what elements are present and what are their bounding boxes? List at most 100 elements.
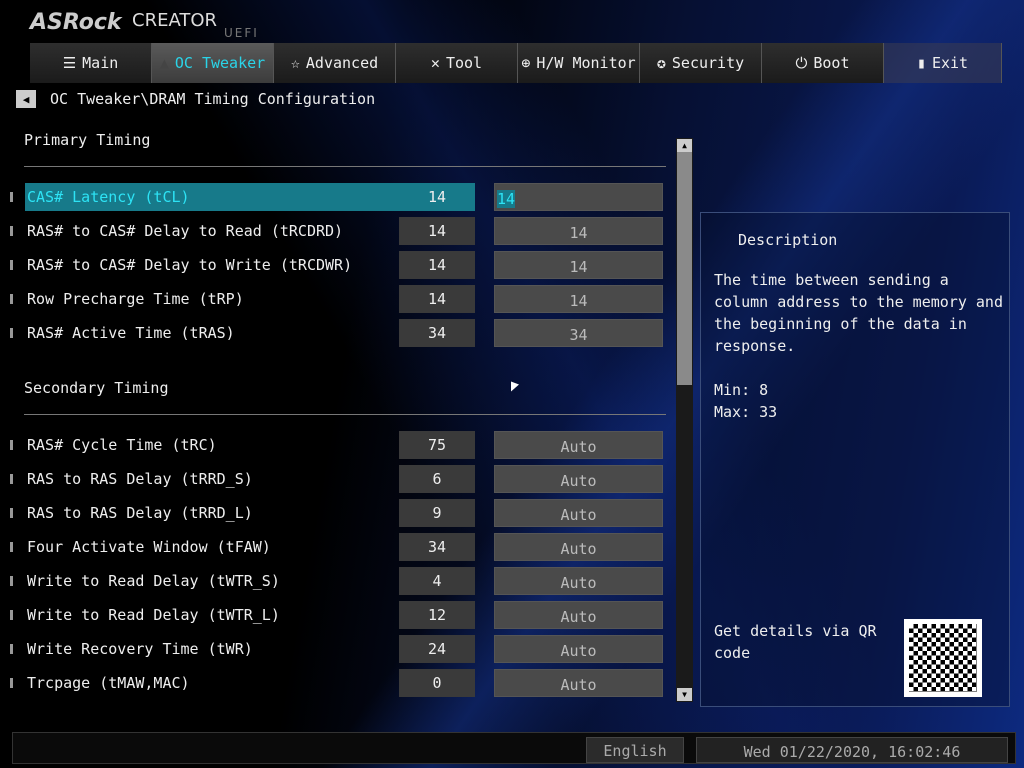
timing-label: RAS# to CAS# Delay to Read (tRCDRD) [27,222,344,240]
row-bullet [10,644,13,654]
timing-row[interactable]: RAS to RAS Delay (tRRD_L) 9 Auto [10,499,666,527]
timing-setting-input[interactable]: 14 [494,183,663,211]
timing-setting-value: Auto [560,506,597,524]
arrow-down-icon: ▼ [682,690,687,699]
scroll-up-button[interactable]: ▲ [677,139,692,152]
qr-text: Get details via QR code [714,622,877,662]
description-min: Min: 8 [714,381,769,399]
tab-oc-tweaker[interactable]: ▲ OC Tweaker [152,43,274,83]
timing-current-value: 14 [399,285,475,313]
timing-row[interactable]: Write to Read Delay (tWTR_S) 4 Auto [10,567,666,595]
tab-hw-monitor[interactable]: ⊕ H/W Monitor [518,43,640,83]
section-secondary-timing: Secondary Timing [24,379,169,397]
datetime: Wed 01/22/2020, 16:02:46 [696,737,1008,763]
description-max: Max: 33 [714,403,778,421]
arrow-left-icon: ◀ [22,92,30,106]
timing-setting-value: Auto [560,676,597,694]
row-bullet [10,328,13,338]
row-bullet [10,576,13,586]
timing-setting-value: 14 [569,258,588,276]
arrow-up-icon: ▲ [682,141,687,150]
timing-setting-input[interactable]: Auto [494,465,663,493]
timing-row[interactable]: RAS# to CAS# Delay to Read (tRCDRD) 14 1… [10,217,666,245]
timing-setting-input[interactable]: Auto [494,431,663,459]
tab-tool[interactable]: ✕ Tool [396,43,518,83]
description-text: The time between sending a column addres… [714,269,1004,423]
badge-icon: ✪ [656,54,666,72]
timing-row[interactable]: RAS# Active Time (tRAS) 34 34 [10,319,666,347]
timing-label: Trcpage (tMAW,MAC) [27,674,190,692]
tab-main[interactable]: ☰ Main [30,43,152,83]
timing-label: Write Recovery Time (tWR) [27,640,253,658]
language-button[interactable]: English [586,737,684,763]
rocket-icon: ▲ [159,54,169,72]
timing-row[interactable]: CAS# Latency (tCL) 14 14 [10,183,666,211]
timing-setting-value: Auto [560,574,597,592]
divider [24,414,666,415]
timing-setting-input[interactable]: Auto [494,669,663,697]
tab-exit[interactable]: ▮ Exit [884,43,1002,83]
timing-row[interactable]: Trcpage (tMAW,MAC) 0 Auto [10,669,666,697]
breadcrumb-text: OC Tweaker\DRAM Timing Configuration [50,90,376,108]
timing-setting-value: Auto [560,608,597,626]
tab-boot[interactable]: ⏻ Boot [762,43,884,83]
tab-label: Boot [813,54,850,72]
row-bullet [10,192,13,202]
tab-label: OC Tweaker [174,54,266,72]
back-button[interactable]: ◀ [16,90,36,108]
tools-icon: ✕ [430,54,440,72]
timing-current-value: 14 [399,183,475,211]
door-icon: ▮ [916,54,926,72]
scrollbar-thumb[interactable] [677,152,692,385]
row-bullet [10,260,13,270]
star-icon: ☆ [290,54,300,72]
list-icon: ☰ [62,54,77,72]
timing-setting-input[interactable]: 14 [494,285,663,313]
timing-setting-value: Auto [560,540,597,558]
timing-setting-input[interactable]: 14 [494,251,663,279]
timing-setting-input[interactable]: Auto [494,601,663,629]
timing-current-value: 12 [399,601,475,629]
timing-setting-value: 34 [569,326,588,344]
tab-advanced[interactable]: ☆ Advanced [274,43,396,83]
timing-setting-value: Auto [560,438,597,456]
timing-label: RAS# Cycle Time (tRC) [27,436,217,454]
timing-row[interactable]: Write to Read Delay (tWTR_L) 12 Auto [10,601,666,629]
row-bullet [10,542,13,552]
timing-row[interactable]: RAS# Cycle Time (tRC) 75 Auto [10,431,666,459]
timing-setting-input[interactable]: 34 [494,319,663,347]
scroll-down-button[interactable]: ▼ [677,688,692,701]
qr-code [904,619,982,697]
timing-current-value: 24 [399,635,475,663]
timing-row[interactable]: Write Recovery Time (tWR) 24 Auto [10,635,666,663]
timing-setting-input[interactable]: Auto [494,567,663,595]
timing-label: RAS to RAS Delay (tRRD_S) [27,470,253,488]
timing-current-value: 4 [399,567,475,595]
creator-logo: CREATOR [132,10,218,31]
timing-label: Four Activate Window (tFAW) [27,538,271,556]
timing-setting-input[interactable]: Auto [494,635,663,663]
timing-setting-input[interactable]: 14 [494,217,663,245]
timing-row[interactable]: Row Precharge Time (tRP) 14 14 [10,285,666,313]
timing-row[interactable]: Four Activate Window (tFAW) 34 Auto [10,533,666,561]
timing-setting-value: Auto [560,642,597,660]
timing-setting-input[interactable]: Auto [494,533,663,561]
timing-setting-input[interactable]: Auto [494,499,663,527]
timing-current-value: 0 [399,669,475,697]
timing-row[interactable]: RAS to RAS Delay (tRRD_S) 6 Auto [10,465,666,493]
description-body: The time between sending a column addres… [714,271,1003,355]
tab-label: H/W Monitor [536,54,636,72]
tab-security[interactable]: ✪ Security [640,43,762,83]
row-bullet [10,226,13,236]
timing-setting-value: 14 [569,224,588,242]
main-tabs: ☰ Main ▲ OC Tweaker ☆ Advanced ✕ Tool ⊕ H/W M… [30,43,1002,83]
row-bullet [10,294,13,304]
description-title: Description [738,231,838,249]
tab-label: Exit [931,54,969,72]
timing-current-value: 14 [399,251,475,279]
row-bullet [10,440,13,450]
tab-label: Main [82,54,119,72]
timing-label: Write to Read Delay (tWTR_L) [27,606,280,624]
timing-label: RAS# to CAS# Delay to Write (tRCDWR) [27,256,353,274]
timing-row[interactable]: RAS# to CAS# Delay to Write (tRCDWR) 14 … [10,251,666,279]
